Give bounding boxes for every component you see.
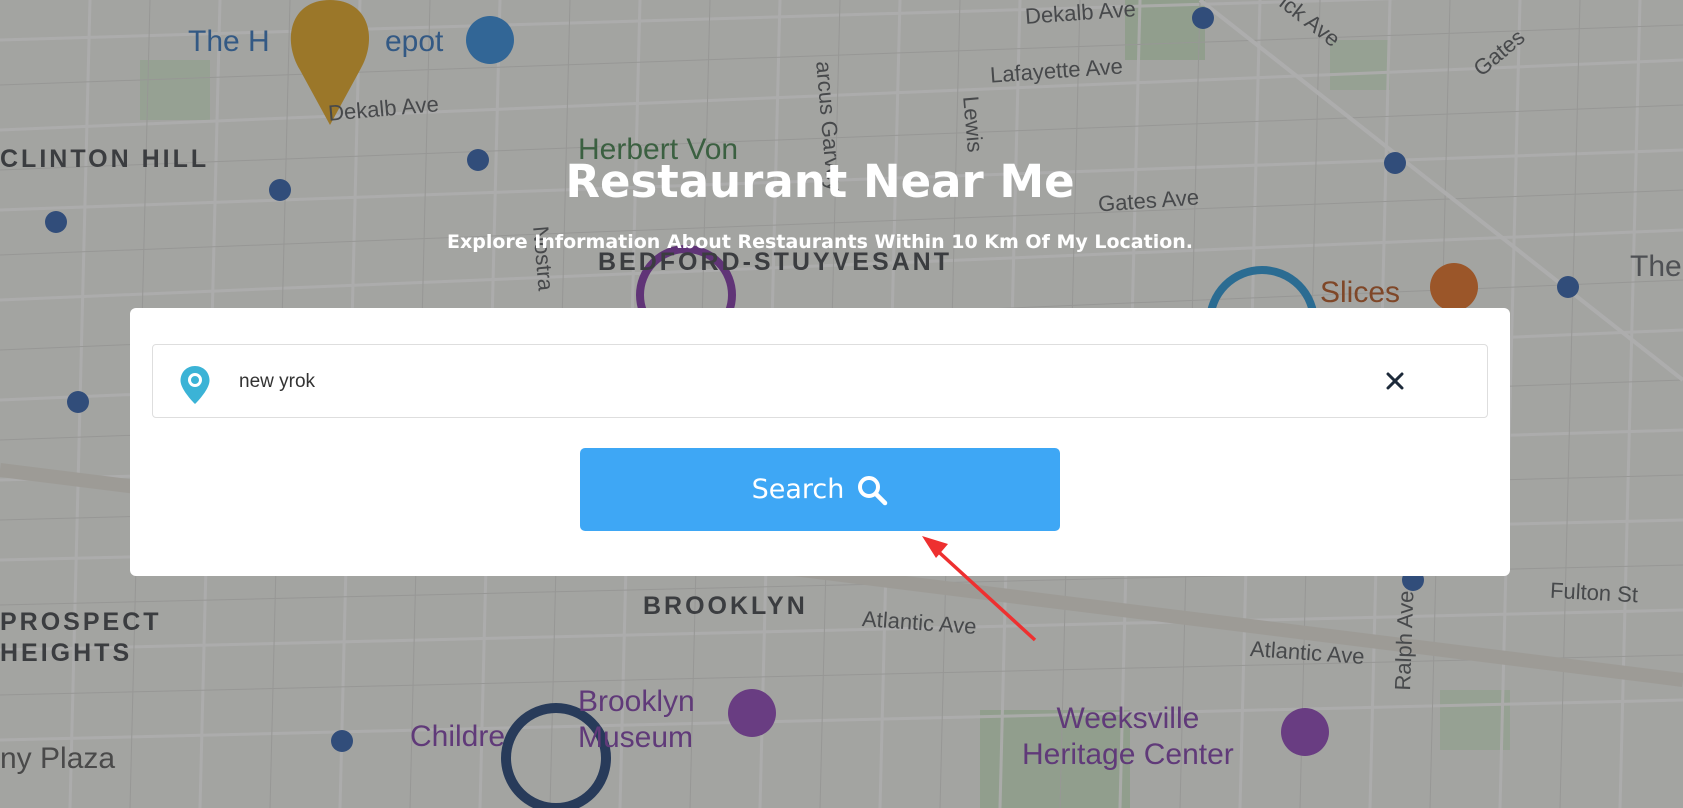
search-icon bbox=[858, 475, 888, 505]
search-card: Search bbox=[130, 308, 1510, 576]
search-button[interactable]: Search bbox=[580, 448, 1060, 531]
search-button-label: Search bbox=[751, 474, 845, 505]
map-pin-icon bbox=[180, 366, 210, 404]
close-icon[interactable] bbox=[1383, 369, 1407, 393]
page-subtitle: Explore Information About Restaurants Wi… bbox=[446, 231, 1194, 253]
page-title: Restaurant Near Me bbox=[565, 155, 1075, 208]
location-search-input[interactable] bbox=[237, 361, 1421, 403]
location-search-field[interactable] bbox=[152, 344, 1488, 418]
